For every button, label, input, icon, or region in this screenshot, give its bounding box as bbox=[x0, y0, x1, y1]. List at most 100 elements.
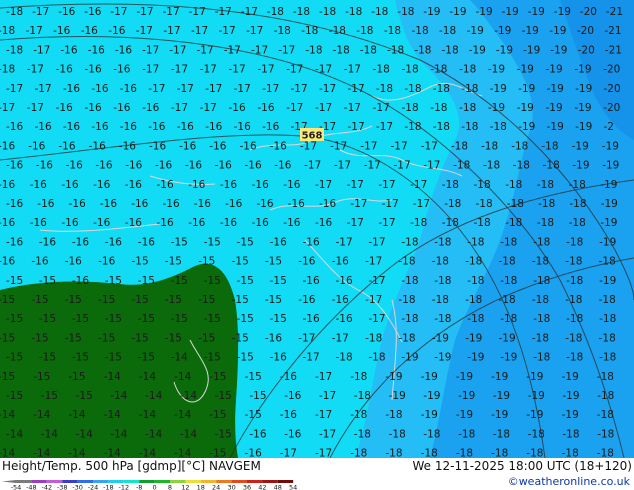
temperature-value: -16 bbox=[256, 198, 273, 210]
temperature-value: -17 bbox=[368, 313, 385, 325]
legend-tick-label: -18 bbox=[103, 484, 114, 490]
temperature-value: -16 bbox=[274, 160, 291, 172]
temperature-value: -19 bbox=[499, 332, 516, 344]
temperature-value: -15 bbox=[237, 352, 254, 364]
temperature-value: -18 bbox=[566, 313, 583, 325]
temperature-value: -18 bbox=[397, 6, 414, 18]
temperature-value: -17 bbox=[298, 332, 315, 344]
temperature-value: -19 bbox=[549, 25, 566, 37]
legend-tick-label: 30 bbox=[227, 484, 235, 490]
temperature-value: -19 bbox=[500, 352, 517, 364]
temperature-value: -16 bbox=[63, 121, 80, 133]
temperature-value: -19 bbox=[572, 140, 589, 152]
temperature-value: -14 bbox=[104, 409, 121, 421]
temperature-value: -19 bbox=[599, 275, 616, 287]
legend-tick-label: 42 bbox=[258, 484, 266, 490]
temperature-value: -20 bbox=[603, 102, 620, 114]
temperature-value: -15 bbox=[98, 332, 115, 344]
temperature-value: -20 bbox=[578, 44, 595, 56]
temperature-value: -19 bbox=[547, 121, 564, 133]
temperature-value: -18 bbox=[500, 313, 517, 325]
temperature-value: -18 bbox=[345, 6, 362, 18]
temperature-value: -15 bbox=[245, 409, 262, 421]
temperature-value: -17 bbox=[142, 44, 159, 56]
temperature-value: -18 bbox=[599, 294, 616, 306]
temperature-value: -18 bbox=[565, 332, 582, 344]
temperature-value: -18 bbox=[451, 140, 468, 152]
temperature-value: -16 bbox=[85, 64, 102, 76]
temperature-value: -15 bbox=[6, 352, 23, 364]
temperature-value: -17 bbox=[163, 6, 180, 18]
temperature-value: -16 bbox=[194, 198, 211, 210]
temperature-value: -15 bbox=[132, 332, 149, 344]
temperature-value: -16 bbox=[120, 83, 137, 95]
temperature-value: -18 bbox=[329, 25, 346, 37]
temperature-value: -17 bbox=[348, 83, 365, 95]
temperature-value: -18 bbox=[533, 313, 550, 325]
temperature-value: -16 bbox=[115, 44, 132, 56]
temperature-value: -18 bbox=[597, 409, 614, 421]
temperature-value: -19 bbox=[562, 371, 579, 383]
temperature-value: -18 bbox=[562, 448, 579, 458]
temperature-value: -19 bbox=[575, 83, 592, 95]
temperature-value: -18 bbox=[537, 217, 554, 229]
temperature-value: -16 bbox=[30, 179, 47, 191]
temperature-value: -18 bbox=[368, 352, 385, 364]
temperature-value: -16 bbox=[0, 179, 15, 191]
temperature-value: -17 bbox=[373, 102, 390, 114]
temperature-value: -16 bbox=[0, 256, 15, 268]
legend-tick-label: -38 bbox=[57, 484, 68, 490]
temperature-value: -18 bbox=[532, 332, 549, 344]
footer: Height/Temp. 500 hPa [gdmp][°C] NAVGEM W… bbox=[0, 458, 634, 490]
temperature-value: -16 bbox=[28, 140, 45, 152]
temperature-value: -19 bbox=[517, 64, 534, 76]
temperature-value: -17 bbox=[365, 256, 382, 268]
temperature-value: -17 bbox=[219, 25, 236, 37]
legend-tick-label: -48 bbox=[26, 484, 37, 490]
temperature-value: -14 bbox=[180, 428, 197, 440]
temperature-value: -19 bbox=[421, 371, 438, 383]
temperature-value: -18 bbox=[336, 352, 353, 364]
temperature-value: -16 bbox=[252, 217, 269, 229]
legend-tick-label: 12 bbox=[181, 484, 189, 490]
temperature-value: -17 bbox=[368, 236, 385, 248]
temperature-value: -19 bbox=[449, 6, 466, 18]
temperature-value: -18 bbox=[569, 217, 586, 229]
temperature-value: -17 bbox=[304, 160, 321, 172]
temperature-value: -18 bbox=[456, 448, 473, 458]
temperature-value: -17 bbox=[246, 25, 263, 37]
temperature-value: -14 bbox=[68, 448, 85, 458]
temperature-value: -16 bbox=[72, 275, 89, 287]
legend-tick-label: -8 bbox=[136, 484, 142, 490]
temperature-value: -14 bbox=[0, 409, 15, 421]
temperature-value: -17 bbox=[315, 102, 332, 114]
temperature-value: -18 bbox=[384, 25, 401, 37]
temperature-value: -16 bbox=[125, 217, 142, 229]
temperature-value: -17 bbox=[189, 6, 206, 18]
temperature-value: -16 bbox=[91, 83, 108, 95]
temperature-value: -14 bbox=[145, 428, 162, 440]
temperature-value: -17 bbox=[303, 352, 320, 364]
temperature-value: -21 bbox=[604, 25, 621, 37]
temperature-value: -17 bbox=[163, 25, 180, 37]
temperature-value: -16 bbox=[252, 179, 269, 191]
credit-link[interactable]: ©weatheronline.co.uk bbox=[508, 475, 630, 488]
temperature-value: -17 bbox=[376, 121, 393, 133]
temperature-value: -16 bbox=[58, 6, 75, 18]
temperature-value: -19 bbox=[554, 6, 571, 18]
temperature-value: -15 bbox=[171, 275, 188, 287]
temperature-value: -19 bbox=[502, 6, 519, 18]
temperature-value: -18 bbox=[371, 6, 388, 18]
temperature-value: -16 bbox=[245, 448, 262, 458]
temperature-value: -18 bbox=[412, 25, 429, 37]
temperature-value: -16 bbox=[88, 44, 105, 56]
temperature-value: -18 bbox=[541, 140, 558, 152]
temperature-value: -18 bbox=[562, 428, 579, 440]
temperature-value: -15 bbox=[105, 275, 122, 287]
temperature-value: -15 bbox=[98, 294, 115, 306]
temperature-value: -16 bbox=[270, 140, 287, 152]
temperature-value: -15 bbox=[76, 390, 93, 402]
temperature-value: -15 bbox=[270, 275, 287, 287]
temperature-value: -18 bbox=[476, 198, 493, 210]
legend-tick-label: -24 bbox=[88, 484, 99, 490]
